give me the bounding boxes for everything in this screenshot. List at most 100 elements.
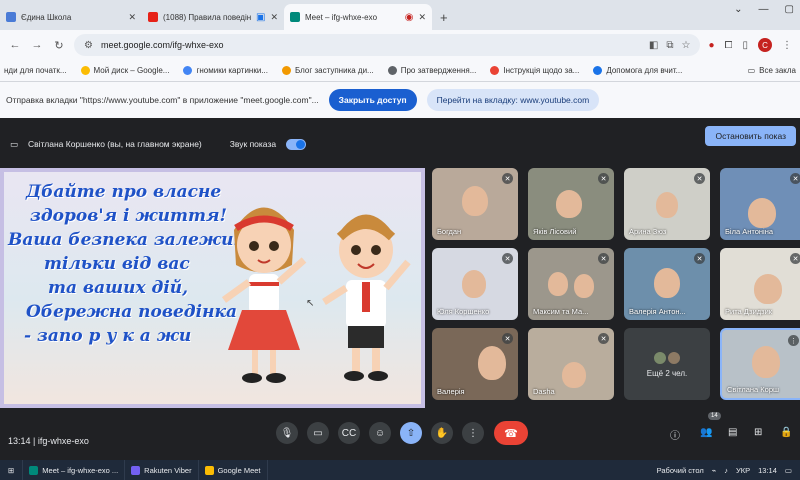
- taskbar-item[interactable]: Google Meet: [199, 460, 268, 480]
- star-icon[interactable]: ☆: [681, 40, 690, 51]
- language-indicator[interactable]: УКР: [736, 466, 750, 475]
- taskbar-item[interactable]: Rakuten Viber: [125, 460, 199, 480]
- participant-name: Богдан: [437, 227, 462, 236]
- taskbar-label: Google Meet: [217, 465, 261, 475]
- bookmark-item[interactable]: Допомога для вчит...: [593, 66, 682, 75]
- notification-icon[interactable]: ▭: [785, 466, 792, 475]
- stop-presenting-button[interactable]: Остановить показ: [705, 126, 796, 146]
- more-options-button[interactable]: ⋮: [462, 422, 484, 444]
- meet-app-icon: [29, 465, 39, 475]
- start-icon[interactable]: ⊞: [0, 460, 24, 480]
- google-icon: [183, 66, 193, 75]
- sound-label: Звук показа: [229, 139, 277, 149]
- bookmark-item[interactable]: Блог заступника ди...: [281, 66, 374, 75]
- slide-text-line: здоров'я і життя!: [30, 206, 227, 226]
- taskbar-item[interactable]: Meet – ifg-whxe-exo ...: [23, 460, 126, 480]
- close-icon[interactable]: ✕: [270, 12, 278, 23]
- participant-tile[interactable]: ✕ Богдан: [432, 168, 518, 240]
- tab-meet[interactable]: Meet – ifg-whxe-exo ◉ ✕: [284, 4, 432, 30]
- mic-off-icon: ✕: [598, 333, 609, 344]
- system-tray: Рабочий стол ⌁ ♪ УКР 13:14 ▭: [657, 460, 792, 480]
- screen: Єдина Школа ✕ (1088) Правила поведінки ▣…: [0, 0, 800, 480]
- mic-off-icon: ✕: [694, 253, 705, 264]
- reload-icon[interactable]: ↻: [52, 39, 66, 52]
- cursor-icon: ↖: [306, 298, 315, 309]
- participant-tile[interactable]: ✕ Арина Зюз: [624, 168, 710, 240]
- participant-tile[interactable]: ✕ Максим та Ма...: [528, 248, 614, 320]
- present-button[interactable]: ⇧: [400, 422, 422, 444]
- camera-button[interactable]: ▭: [307, 422, 329, 444]
- bookmark-item[interactable]: Мой диск – Google...: [80, 66, 169, 75]
- participant-tile[interactable]: ✕ Валерія: [432, 328, 518, 400]
- participant-tile[interactable]: ✕ Яків Лісовий: [528, 168, 614, 240]
- activities-icon[interactable]: ⊞: [754, 427, 762, 438]
- network-icon[interactable]: ⌁: [712, 466, 717, 475]
- camera-icon[interactable]: ◧: [649, 40, 658, 51]
- self-view-tile[interactable]: ⋮ Світлана Корш: [720, 328, 800, 400]
- participant-name: Максим та Ма...: [533, 307, 589, 316]
- globe-icon: [593, 66, 603, 75]
- avatar[interactable]: С: [758, 38, 772, 52]
- address-bar[interactable]: ⚙ meet.google.com/ifg-whxe-exo ◧ ⧉ ☆: [74, 34, 701, 56]
- bookmark-item[interactable]: Інструкція щодо за...: [490, 66, 579, 75]
- more-options-icon[interactable]: ⋮: [788, 335, 799, 346]
- bookmark-label: Інструкція щодо за...: [503, 66, 580, 75]
- emoji-button[interactable]: ☺: [369, 422, 391, 444]
- side-panel-icon[interactable]: ▯: [742, 40, 748, 51]
- people-icon[interactable]: 👥: [700, 427, 712, 438]
- close-icon[interactable]: ✕: [418, 12, 426, 23]
- tab-edyna-shkola[interactable]: Єдина Школа ✕: [0, 4, 142, 30]
- desktop-label[interactable]: Рабочий стол: [657, 466, 704, 475]
- clock[interactable]: 13:14: [758, 466, 777, 475]
- present-screen-icon: ▭: [10, 138, 19, 149]
- tab-youtube[interactable]: (1088) Правила поведінки ▣ ✕: [142, 4, 284, 30]
- menu-icon[interactable]: ⋮: [782, 40, 792, 51]
- participant-tile[interactable]: ✕ Валерія Антон...: [624, 248, 710, 320]
- participant-name: Біла Антоніна: [725, 227, 774, 236]
- mic-off-icon: ✕: [790, 253, 800, 264]
- chevron-down-icon[interactable]: ⌄: [734, 4, 742, 15]
- boy-illustration: [322, 214, 411, 381]
- captions-button[interactable]: CC: [338, 422, 360, 444]
- bookmark-item[interactable]: нди для початк...: [4, 66, 67, 75]
- chat-icon[interactable]: ▤: [728, 427, 737, 438]
- lock-icon[interactable]: 🔒: [780, 427, 792, 438]
- maximize-icon[interactable]: ▢: [785, 4, 794, 15]
- participant-tile[interactable]: ✕ Рита Дзидзик: [720, 248, 800, 320]
- info-icon[interactable]: ⓘ: [670, 427, 680, 442]
- bookmark-item[interactable]: Про затвердження...: [387, 66, 476, 75]
- switch-tab-button[interactable]: Перейти на вкладку: www.youtube.com: [426, 89, 600, 111]
- participant-tile[interactable]: ✕ Біла Антоніна: [720, 168, 800, 240]
- end-call-button[interactable]: ☎: [494, 421, 528, 445]
- bookmark-label: Блог заступника ди...: [294, 66, 374, 75]
- tab-title: (1088) Правила поведінки: [163, 12, 251, 22]
- raise-hand-button[interactable]: ✋: [431, 422, 453, 444]
- participant-tile[interactable]: ✕ Dasha: [528, 328, 614, 400]
- puzzle-icon[interactable]: ⧠: [724, 40, 732, 51]
- share-icon[interactable]: ⧉: [666, 40, 673, 51]
- participant-name: Яків Лісовий: [533, 227, 577, 236]
- new-tab-button[interactable]: +: [432, 4, 456, 30]
- window-controls: ⌄ — ▢: [734, 4, 794, 15]
- sound-toggle[interactable]: [286, 138, 307, 150]
- participant-video: [562, 362, 586, 388]
- url-text: meet.google.com/ifg-whxe-exo: [100, 40, 224, 50]
- extension-icon[interactable]: ●: [708, 40, 714, 51]
- close-icon[interactable]: ✕: [128, 12, 136, 23]
- back-icon[interactable]: ←: [8, 39, 22, 51]
- participant-video: [656, 192, 678, 218]
- bookmark-item[interactable]: гномики картинки...: [183, 66, 268, 75]
- browser-tab-strip: Єдина Школа ✕ (1088) Правила поведінки ▣…: [0, 0, 800, 30]
- site-info-icon[interactable]: ⚙: [84, 40, 93, 51]
- stop-sharing-button[interactable]: Закрыть доступ: [328, 89, 417, 111]
- participant-grid: ✕ Богдан ✕ Яків Лісовий ✕ Арина Зюз ✕ Бі…: [432, 168, 800, 408]
- all-bookmarks[interactable]: ▭ Все закла: [748, 66, 796, 75]
- volume-icon[interactable]: ♪: [724, 466, 728, 475]
- slide-text-line: - запо р у к а жи: [24, 326, 192, 346]
- participant-tile[interactable]: ✕ Юля Коршенко: [432, 248, 518, 320]
- microphone-button[interactable]: 🎙: [276, 422, 298, 444]
- forward-icon[interactable]: →: [30, 39, 44, 51]
- people-count-badge: 14: [708, 412, 721, 420]
- more-participants-tile[interactable]: Ещё 2 чел.: [624, 328, 710, 400]
- minimize-icon[interactable]: —: [759, 4, 769, 15]
